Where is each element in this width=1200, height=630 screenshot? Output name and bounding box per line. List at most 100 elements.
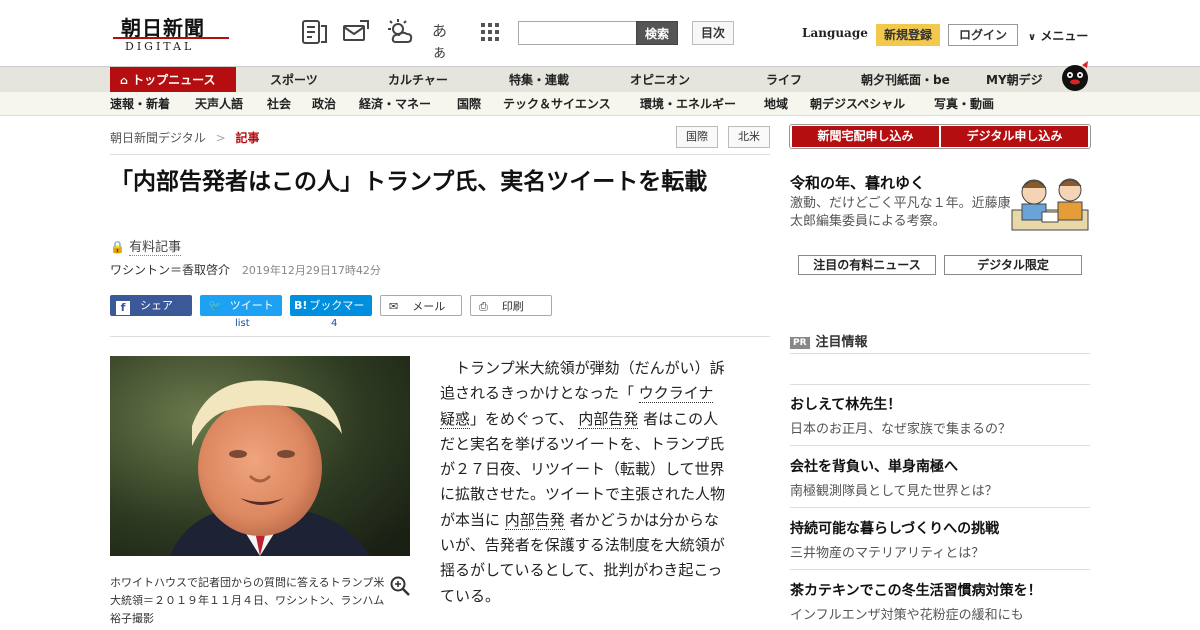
nav-item-label: トップニュース [132,73,216,87]
subnav-item-tenseijingo[interactable]: 天声人語 [195,92,243,116]
article-photo[interactable] [110,356,410,556]
main-nav: ⌂ トップニュース スポーツ カルチャー 特集・連載 オピニオン ライフ 朝夕刊… [0,61,1200,93]
tab-digital-only[interactable]: デジタル限定 [944,255,1082,275]
pr-list-item[interactable]: 持続可能な暮らしづくりへの挑戦 三井物産のマテリアリティとは？ [790,518,1090,561]
pr-item-subtitle: インフルエンザ対策や花粉症の緩和にも [790,608,1024,623]
keyword-link-whistleblower[interactable]: 内部告発 [578,409,639,429]
body-line: 追されるきっかけとなった「 ウクライナ [440,381,748,406]
twitter-share-button[interactable]: 🐦 ツイート [200,295,282,316]
feature-description: 激動、だけどごく平凡な１年。近藤康太郎編集委員による考察。 [790,196,1011,229]
breadcrumb-home[interactable]: 朝日新聞デジタル [110,131,206,145]
body-text: 者かどうかは分からな [569,510,719,529]
tag-international[interactable]: 国際 [676,126,718,148]
search-button[interactable]: 検索 [636,21,678,45]
nav-item-my[interactable]: MY朝デジ [986,67,1043,93]
pr-list-item[interactable]: 茶カテキンでこの冬生活習慣病対策を！ インフルエンザ対策や花粉症の緩和にも [790,580,1090,623]
twitter-icon: 🐦 [208,299,222,312]
byline: ワシントン＝香取啓介 2019年12月29日17時42分 [110,261,381,278]
tab-paid-news[interactable]: 注目の有料ニュース [798,255,936,275]
site-logo[interactable]: 朝日新聞 DIGITAL [113,12,233,54]
pr-item-subtitle: 三井物産のマテリアリティとは？ [790,546,985,561]
divider [790,353,1090,354]
print-label: 印刷 [501,300,524,313]
nav-item-paper[interactable]: 朝夕刊紙面・be [861,67,950,93]
menu-button[interactable]: ∨ メニュー [1028,27,1088,44]
login-button[interactable]: ログイン [948,24,1018,46]
body-line: が２７日夜、リツイート（転載）して世界 [440,460,725,479]
publish-date: 2019年12月29日17時42分 [241,264,381,277]
twitter-share-label: ツイート [229,299,274,312]
subnav-item-region[interactable]: 地域 [764,92,788,116]
pr-item-title: 会社を背負い、単身南極へ [790,459,958,475]
facebook-share-button[interactable]: f シェア [110,295,192,316]
printer-icon: ⎙ [479,300,488,313]
pr-item-title: 茶カテキンでこの冬生活習慣病対策を！ [790,583,1042,599]
subnav-item-society[interactable]: 社会 [267,92,291,116]
tag-north-america[interactable]: 北米 [728,126,770,148]
subscribe-digital-button[interactable]: デジタル申し込み [941,126,1088,147]
pr-item-subtitle: 南極観測隊員として見た世界とは？ [790,484,998,499]
keyword-link-ukraine[interactable]: 疑惑 [440,409,471,429]
subnav-item-latest[interactable]: 速報・新着 [110,92,170,116]
pr-item-title: 持続可能な暮らしづくりへの挑戦 [790,521,1000,537]
zoom-icon[interactable] [390,576,410,596]
grid-menu-icon[interactable] [476,18,504,46]
breadcrumb-current: 記事 [235,131,260,145]
subnav-item-environment[interactable]: 環境・エネルギー [640,92,736,116]
twitter-count[interactable]: list [235,318,250,329]
nav-item-life[interactable]: ライフ [766,67,802,93]
body-line: トランプ米大統領が弾劾（だんがい）訴 [440,356,748,381]
body-line: 疑惑」をめぐって、 内部告発 者はこの人 [440,407,748,432]
subnav-item-politics[interactable]: 政治 [312,92,336,116]
nav-item-culture[interactable]: カルチャー [388,67,448,93]
toc-button[interactable]: 目次 [692,21,734,45]
pr-item-title: おしえて林先生！ [790,397,902,413]
keyword-link-ukraine[interactable]: ウクライナ [638,384,714,404]
pr-item-subtitle: 日本のお正月、なぜ家族で集まるの？ [790,422,1012,437]
nav-item-top-news[interactable]: ⌂ トップニュース [110,67,236,93]
subnav-item-international[interactable]: 国際 [457,92,481,116]
keyword-link-whistleblower[interactable]: 内部告発 [504,510,565,530]
subnav-item-tech[interactable]: テック＆サイエンス [503,92,611,116]
hatena-count[interactable]: 4 [331,318,337,329]
breadcrumb-separator: > [215,131,226,145]
facebook-share-label: シェア [140,299,173,312]
font-size-icon[interactable]: あぁ [432,20,460,61]
chevron-down-icon: ∨ [1028,32,1037,43]
pr-list-item[interactable]: おしえて林先生！ 日本のお正月、なぜ家族で集まるの？ [790,394,1090,437]
newspaper-icon[interactable] [300,18,328,46]
divider [790,507,1090,508]
subnav-item-photo[interactable]: 写真・動画 [934,92,994,116]
author: ワシントン＝香取啓介 [110,263,231,277]
logo-underline [113,37,229,39]
site-header: 朝日新聞 DIGITAL あぁ 検索 目次 Language 新規登録 ログイン… [0,0,1200,66]
feature-title[interactable]: 令和の年、暮れゆく [790,172,925,193]
nav-item-opinion[interactable]: オピニオン [630,67,690,93]
photo-caption: ホワイトハウスで記者団からの質問に答えるトランプ米大統領＝２０１９年１１月４日、… [110,576,385,625]
subscribe-paper-button[interactable]: 新聞宅配申し込み [792,126,939,147]
print-button[interactable]: ⎙ 印刷 [470,295,552,316]
nav-item-sports[interactable]: スポーツ [270,67,318,93]
mail-news-icon[interactable] [342,18,370,46]
paid-article-label[interactable]: 🔒 有料記事 [110,236,182,256]
subnav-item-special[interactable]: 朝デジスペシャル [810,92,905,116]
body-line: いが、告発者を保護する法制度を大統領が [440,536,725,555]
pr-list-item[interactable]: 会社を背負い、単身南極へ 南極観測隊員として見た世界とは？ [790,456,1090,499]
home-icon: ⌂ [120,74,128,87]
mascot-icon [1062,61,1088,91]
mail-share-button[interactable]: ✉ メール [380,295,462,316]
register-button[interactable]: 新規登録 [876,24,940,46]
nav-item-features[interactable]: 特集・連載 [509,67,569,93]
subnav-item-economy[interactable]: 経済・マネー [359,92,431,116]
logo-english: DIGITAL [125,40,195,53]
hatena-bookmark-button[interactable]: B! ブックマーク [290,295,372,333]
search-input[interactable] [518,21,638,45]
body-text: が本当に [440,510,501,529]
hatena-icon: B! [294,299,308,312]
weather-icon[interactable] [386,18,414,46]
language-link[interactable]: Language [802,26,868,40]
pr-badge: PR [790,337,810,349]
body-text: 追されるきっかけとなった「 [440,384,634,403]
divider [110,154,770,155]
divider [790,445,1090,446]
